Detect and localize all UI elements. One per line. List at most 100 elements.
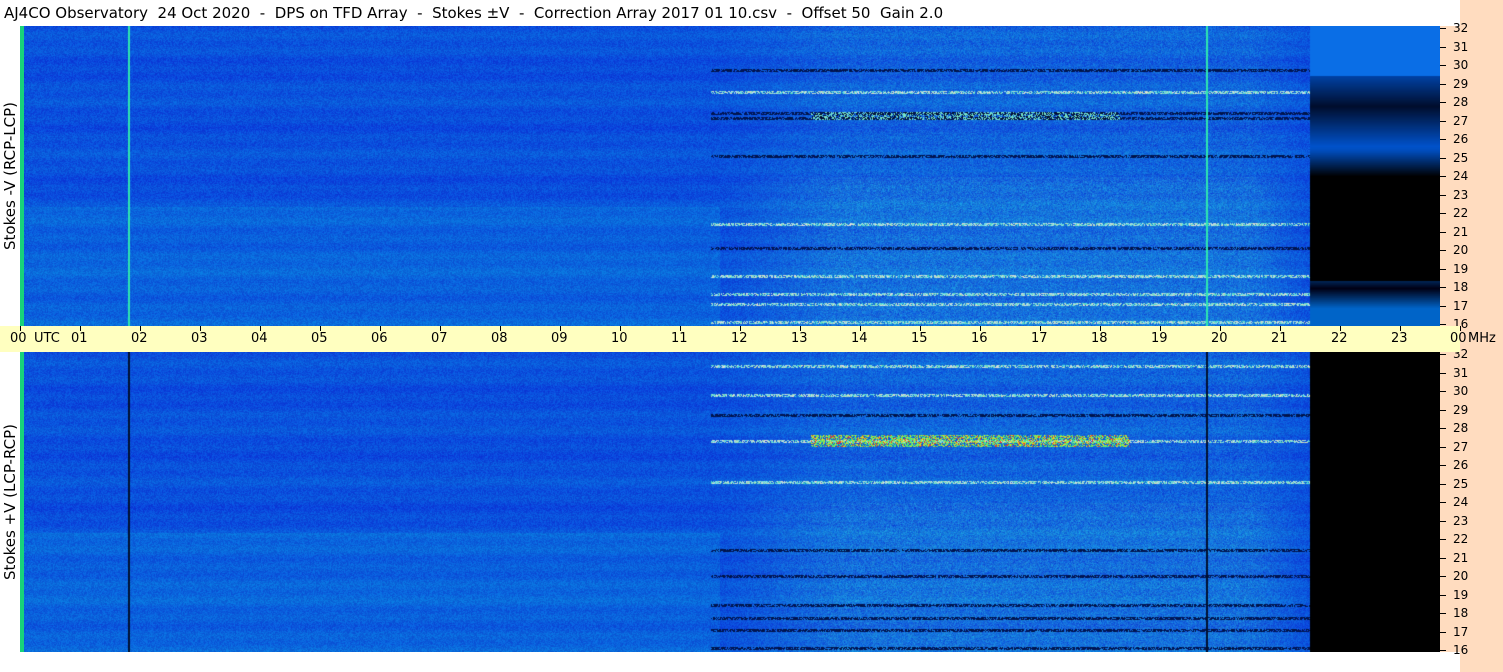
time-axis-label: 14 bbox=[851, 331, 868, 346]
frequency-tick bbox=[1440, 594, 1446, 596]
time-tick bbox=[440, 326, 441, 331]
time-tick bbox=[740, 326, 741, 331]
time-tick bbox=[1160, 326, 1161, 331]
frequency-tick bbox=[1440, 576, 1446, 577]
frequency-tick-label: 32 bbox=[1453, 21, 1469, 35]
time-tick bbox=[200, 326, 201, 331]
frequency-tick bbox=[1440, 157, 1446, 159]
frequency-tick-label: 17 bbox=[1453, 624, 1469, 639]
spectrogram-bottom-panel[interactable] bbox=[20, 352, 1460, 652]
frequency-tick bbox=[1440, 446, 1446, 448]
time-tick bbox=[800, 326, 801, 331]
frequency-tick-label: 19 bbox=[1453, 261, 1469, 276]
time-tick bbox=[680, 326, 681, 331]
time-axis-label: 03 bbox=[191, 331, 208, 346]
frequency-tick bbox=[1440, 465, 1446, 466]
time-axis-label: 16 bbox=[971, 331, 988, 346]
time-axis-label: 02 bbox=[131, 331, 148, 346]
frequency-tick-label: 22 bbox=[1453, 532, 1469, 546]
time-tick bbox=[620, 326, 621, 331]
frequency-tick-label: 24 bbox=[1453, 495, 1469, 509]
time-tick bbox=[1400, 326, 1401, 331]
frequency-tick-label: 29 bbox=[1453, 402, 1469, 417]
frequency-tick bbox=[1440, 305, 1446, 307]
time-axis-label: 17 bbox=[1031, 331, 1048, 346]
spectrogram-top-canvas[interactable] bbox=[20, 26, 1460, 326]
time-axis-label: MHz bbox=[1468, 331, 1496, 346]
frequency-tick-label: 28 bbox=[1453, 421, 1469, 435]
time-axis-label: 10 bbox=[611, 331, 628, 346]
time-axis-label: 21 bbox=[1271, 331, 1288, 346]
spectrogram-bottom-canvas[interactable] bbox=[20, 352, 1460, 652]
time-tick bbox=[500, 326, 501, 331]
frequency-tick bbox=[1440, 46, 1446, 48]
time-axis-label: 01 bbox=[71, 331, 88, 346]
time-axis-label: 23 bbox=[1391, 331, 1408, 346]
frequency-axis-top: 32 31 30 29 28 27 26 25 24 23 22 21 20 19 18 17 16 bbox=[1440, 22, 1483, 330]
frequency-tick-label: 25 bbox=[1453, 150, 1469, 165]
time-axis-label: 09 bbox=[551, 331, 568, 346]
time-axis-label: 22 bbox=[1331, 331, 1348, 346]
time-tick bbox=[1340, 326, 1341, 331]
time-axis-label: 20 bbox=[1211, 331, 1228, 346]
time-axis-label: 00 bbox=[10, 331, 27, 346]
frequency-tick bbox=[1440, 650, 1446, 651]
frequency-tick-label: 25 bbox=[1453, 476, 1469, 491]
frequency-tick-label: 31 bbox=[1453, 365, 1469, 380]
time-axis-label: 12 bbox=[731, 331, 748, 346]
time-tick bbox=[80, 326, 81, 331]
frequency-tick-label: 31 bbox=[1453, 39, 1469, 54]
time-tick bbox=[1280, 326, 1281, 331]
frequency-tick bbox=[1440, 176, 1446, 177]
time-axis-label: 04 bbox=[251, 331, 268, 346]
frequency-tick bbox=[1440, 231, 1446, 233]
frequency-tick bbox=[1440, 268, 1446, 270]
frequency-tick bbox=[1440, 520, 1446, 522]
time-axis-label: UTC bbox=[34, 331, 60, 346]
top-panel-label: Stokes -V (RCP-LCP) bbox=[0, 26, 20, 326]
frequency-tick bbox=[1440, 557, 1446, 559]
time-tick bbox=[920, 326, 921, 331]
frequency-tick bbox=[1440, 102, 1446, 103]
frequency-tick-label: 26 bbox=[1453, 132, 1469, 146]
time-tick bbox=[860, 326, 861, 331]
frequency-tick-label: 26 bbox=[1453, 458, 1469, 472]
frequency-tick-label: 28 bbox=[1453, 95, 1469, 109]
frequency-tick-label: 30 bbox=[1453, 58, 1469, 72]
time-axis-label: 05 bbox=[311, 331, 328, 346]
time-tick bbox=[1460, 326, 1461, 331]
time-tick bbox=[320, 326, 321, 331]
time-tick bbox=[20, 326, 21, 331]
frequency-tick bbox=[1440, 631, 1446, 633]
frequency-tick bbox=[1440, 213, 1446, 214]
spectrogram-top-panel[interactable] bbox=[20, 26, 1460, 326]
bottom-panel-label-text: Stokes +V (LCP-RCP) bbox=[1, 424, 19, 580]
frequency-tick bbox=[1440, 502, 1446, 503]
time-tick bbox=[260, 326, 261, 331]
time-axis-label: 08 bbox=[491, 331, 508, 346]
time-axis-label: 18 bbox=[1091, 331, 1108, 346]
frequency-tick-label: 17 bbox=[1453, 298, 1469, 313]
frequency-tick bbox=[1440, 83, 1446, 85]
frequency-tick-label: 27 bbox=[1453, 113, 1469, 128]
frequency-tick-label: 16 bbox=[1453, 643, 1469, 657]
frequency-tick bbox=[1440, 354, 1446, 355]
top-panel-label-text: Stokes -V (RCP-LCP) bbox=[1, 102, 19, 250]
frequency-tick bbox=[1440, 372, 1446, 374]
frequency-tick-label: 18 bbox=[1453, 280, 1469, 294]
frequency-tick bbox=[1440, 65, 1446, 66]
time-tick bbox=[380, 326, 381, 331]
time-axis-label: 06 bbox=[371, 331, 388, 346]
frequency-tick bbox=[1440, 324, 1446, 325]
frequency-tick bbox=[1440, 139, 1446, 140]
frequency-tick-label: 21 bbox=[1453, 224, 1469, 239]
frequency-tick-label: 23 bbox=[1453, 513, 1469, 528]
frequency-axis-bottom: 32 31 30 29 28 27 26 25 24 23 22 21 20 19 18 17 16 bbox=[1440, 348, 1483, 656]
time-tick bbox=[980, 326, 981, 331]
frequency-tick bbox=[1440, 250, 1446, 251]
frequency-tick bbox=[1440, 287, 1446, 288]
time-axis: 00 UTC 01 02 03 04 05 06 07 08 09 10 11 12 13 14 15 16 17 1… bbox=[0, 326, 1496, 352]
frequency-tick bbox=[1440, 428, 1446, 429]
time-tick bbox=[140, 326, 141, 331]
time-tick bbox=[1220, 326, 1221, 331]
